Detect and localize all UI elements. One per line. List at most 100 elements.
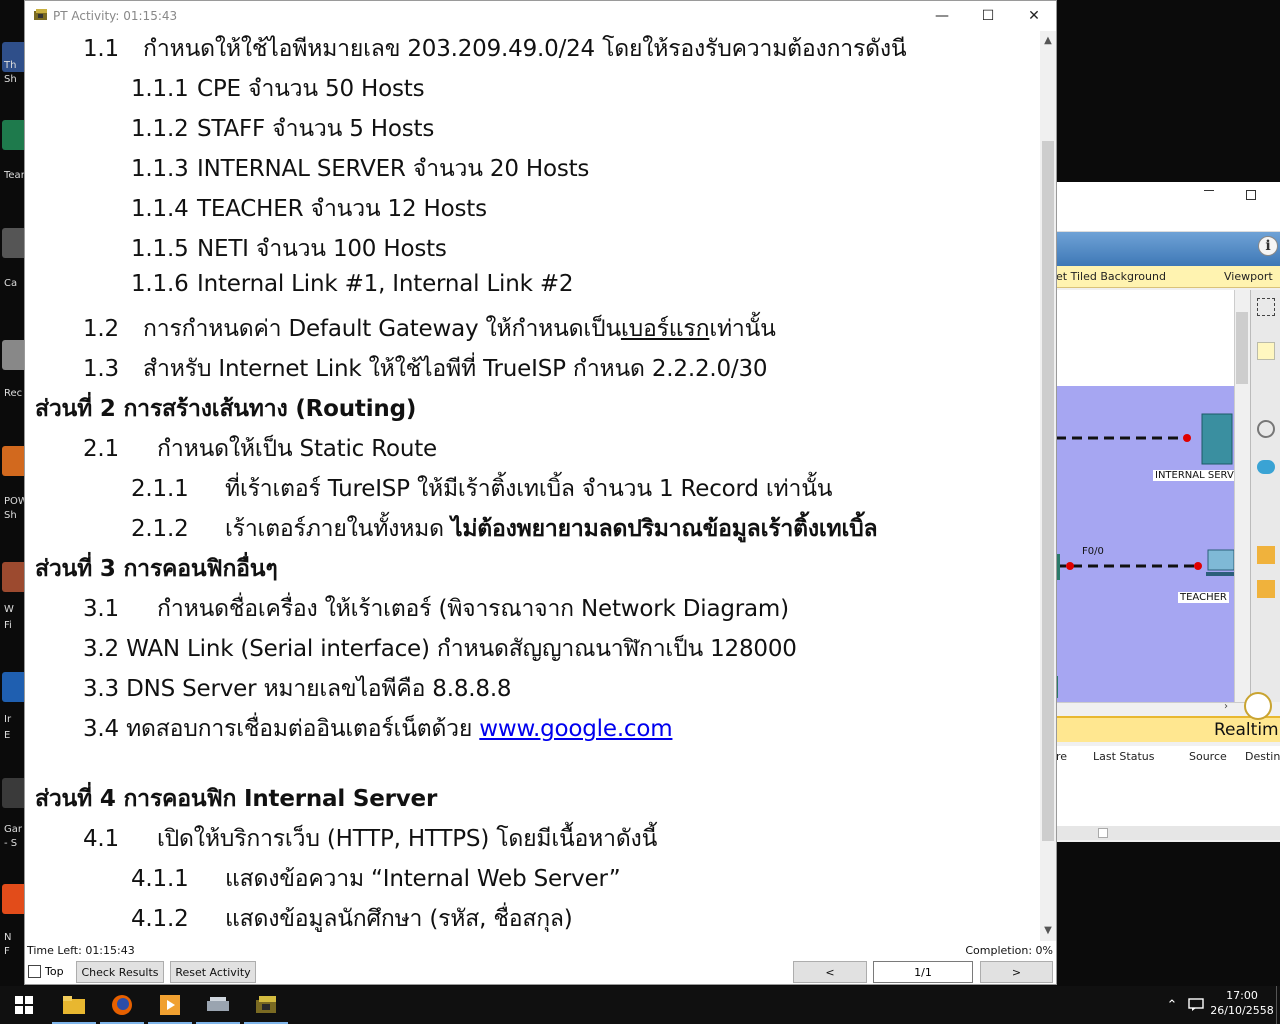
event-list — [1056, 766, 1280, 826]
item-text: CPE จำนวน 50 Hosts — [197, 76, 425, 102]
item-number: 1.1.5 — [131, 236, 189, 262]
item-number: 2.1.1 — [131, 476, 189, 502]
doc-line: 3.4 ทดสอบการเชื่อมต่ออินเตอร์เน็ตด้วย ww… — [83, 711, 673, 747]
desktop-icon-label: Sh — [4, 510, 17, 521]
desktop-icon-label: W — [4, 604, 14, 615]
taskbar-file-explorer[interactable] — [50, 986, 98, 1024]
close-icon: ✕ — [1028, 8, 1040, 24]
item-text: เร้าเตอร์ภายในทั้งหมด — [225, 516, 451, 542]
minimize-button[interactable]: — — [919, 1, 965, 31]
event-col-source: Source — [1189, 750, 1227, 763]
side-toolbar — [1250, 290, 1280, 702]
show-desktop-button[interactable] — [1276, 986, 1280, 1024]
packet-tracer-icon — [256, 996, 276, 1013]
system-clock[interactable]: 17:00 26/10/2558 — [1210, 986, 1274, 1024]
item-text: เท่านั้น — [709, 316, 776, 342]
item-text: TEACHER จำนวน 12 Hosts — [197, 196, 487, 222]
select-tool-icon[interactable] — [1257, 298, 1275, 316]
taskbar-media-player[interactable] — [146, 986, 194, 1024]
desktop-icon-label: Sh — [4, 74, 17, 85]
item-number: 1.1.1 — [131, 76, 189, 102]
status-bar: Time Left: 01:15:43 Completion: 0% — [25, 943, 1056, 959]
item-number: 4.1.2 — [131, 906, 189, 932]
link-endpoint-dot — [1066, 562, 1074, 570]
taskbar: ⌃ 17:00 26/10/2558 — [0, 986, 1280, 1024]
top-checkbox[interactable] — [28, 965, 41, 978]
check-results-button[interactable]: Check Results — [76, 961, 164, 983]
item-text: NETI จำนวน 100 Hosts — [197, 236, 447, 262]
packet-tracer-background-window: i et Tiled Background Viewport INTERNAL … — [1056, 182, 1280, 842]
item-text: สำหรับ Internet Link ให้ใช้ไอพีที่ TrueI… — [143, 356, 768, 382]
taskbar-firefox[interactable] — [98, 986, 146, 1024]
clock-icon — [1244, 692, 1272, 720]
desktop-icon-label: N — [4, 932, 12, 943]
maximize-icon[interactable] — [1246, 190, 1256, 200]
scroll-up-icon[interactable]: ▲ — [1040, 33, 1056, 49]
reset-activity-button[interactable]: Reset Activity — [170, 961, 256, 983]
add-pdu-icon[interactable] — [1257, 546, 1275, 564]
pc-icon — [1207, 549, 1234, 571]
item-text: เปิดให้บริการเว็บ (HTTP, HTTPS) โดยมีเนื… — [157, 826, 658, 852]
minimize-icon: — — [935, 8, 949, 24]
item-number: 2.1.2 — [131, 516, 189, 542]
previous-page-button[interactable]: < — [793, 961, 867, 983]
google-link[interactable]: www.google.com — [479, 716, 672, 742]
item-text: แสดงข้อความ “Internal Web Server” — [225, 866, 621, 892]
item-number: 1.1.2 — [131, 116, 189, 142]
titlebar: PT Activity: 01:15:43 — ☐ ✕ — [25, 1, 1056, 31]
scroll-right-icon[interactable]: › — [1224, 701, 1228, 712]
doc-line: 3.2 WAN Link (Serial interface) กำหนดสัญ… — [83, 636, 797, 662]
doc-line: 4.1.1 แสดงข้อความ “Internal Web Server” — [131, 861, 621, 897]
doc-line: 1.3 สำหรับ Internet Link ให้ใช้ไอพีที่ Tr… — [83, 351, 768, 387]
item-number: 4.1 — [83, 826, 119, 852]
document-scrollbar[interactable]: ▲ ▼ — [1040, 31, 1056, 941]
close-button[interactable]: ✕ — [1011, 1, 1057, 31]
maximize-button[interactable]: ☐ — [965, 1, 1011, 31]
start-button[interactable] — [0, 986, 48, 1024]
minimize-icon[interactable] — [1204, 190, 1214, 191]
desktop-icon-label: Rec — [4, 388, 23, 399]
event-list-header: re Last Status Source Destin — [1056, 746, 1280, 766]
maximize-icon: ☐ — [981, 8, 995, 24]
scrollbar-thumb[interactable] — [1042, 141, 1054, 841]
item-text: Internal Link #1, Internal Link #2 — [197, 271, 574, 297]
viewport-button[interactable]: Viewport — [1224, 270, 1273, 283]
realtime-bar: Realtim — [1056, 692, 1280, 742]
port-label: F0/0 — [1082, 546, 1104, 557]
doc-line: 1.1.1 CPE จำนวน 50 Hosts — [131, 71, 425, 107]
scroll-down-icon[interactable]: ▼ — [1040, 923, 1056, 939]
desktop-icon-label: Ca — [4, 278, 18, 289]
server-icon — [1201, 413, 1233, 465]
info-icon[interactable]: i — [1258, 236, 1278, 256]
network-diagram — [1056, 413, 1234, 698]
scrollbar-thumb[interactable] — [1236, 312, 1248, 384]
chevron-up-icon[interactable]: ⌃ — [1160, 986, 1184, 1024]
event-list-scrollbar[interactable] — [1056, 826, 1280, 840]
doc-line: 4.1.2 แสดงข้อมูลนักศึกษา (รหัส, ชื่อสกุล) — [131, 901, 573, 937]
realtime-mode-label[interactable]: Realtim — [1214, 720, 1279, 740]
inspect-tool-icon[interactable] — [1257, 420, 1275, 438]
logical-workspace[interactable]: INTERNAL SERV F0/0 TEACHER — [1056, 386, 1234, 702]
page-indicator[interactable]: 1/1 — [873, 961, 973, 983]
time-left: Time Left: 01:15:43 — [27, 944, 135, 957]
taskbar-network-app[interactable] — [194, 986, 242, 1024]
note-tool-icon[interactable] — [1257, 342, 1275, 360]
instructions-document[interactable]: 1.1 กำหนดให้ใช้ไอพีหมายเลข 203.209.49.0/2… — [25, 31, 1040, 941]
item-text: การกำหนดค่า Default Gateway ให้กำหนดเป็น — [143, 316, 621, 342]
next-page-button[interactable]: > — [980, 961, 1053, 983]
notification-icon[interactable] — [1186, 986, 1206, 1024]
doc-line: 3.1 กำหนดชื่อเครื่อง ให้เร้าเตอร์ (พิจารณ… — [83, 591, 789, 627]
complex-pdu-icon[interactable] — [1257, 580, 1275, 598]
item-number: 1.1.3 — [131, 156, 189, 182]
doc-line: 2.1 กำหนดให้เป็น Static Route — [83, 431, 437, 467]
desktop-icon-label: Th — [4, 60, 17, 71]
set-tiled-background-button[interactable]: et Tiled Background — [1056, 270, 1166, 283]
simple-pdu-icon[interactable] — [1257, 460, 1275, 474]
workspace-horizontal-scrollbar[interactable]: › — [1056, 701, 1250, 716]
pt-activity-window: PT Activity: 01:15:43 — ☐ ✕ 1.1 กำหนดให้ใ… — [24, 0, 1057, 985]
item-number: 1.1.4 — [131, 196, 189, 222]
section-heading: ส่วนที่ 2 การสร้างเส้นทาง (Routing) — [35, 396, 417, 422]
workspace-white-area — [1056, 290, 1236, 386]
desktop-icon-label: Ir — [4, 714, 12, 725]
taskbar-packet-tracer[interactable] — [242, 986, 290, 1024]
